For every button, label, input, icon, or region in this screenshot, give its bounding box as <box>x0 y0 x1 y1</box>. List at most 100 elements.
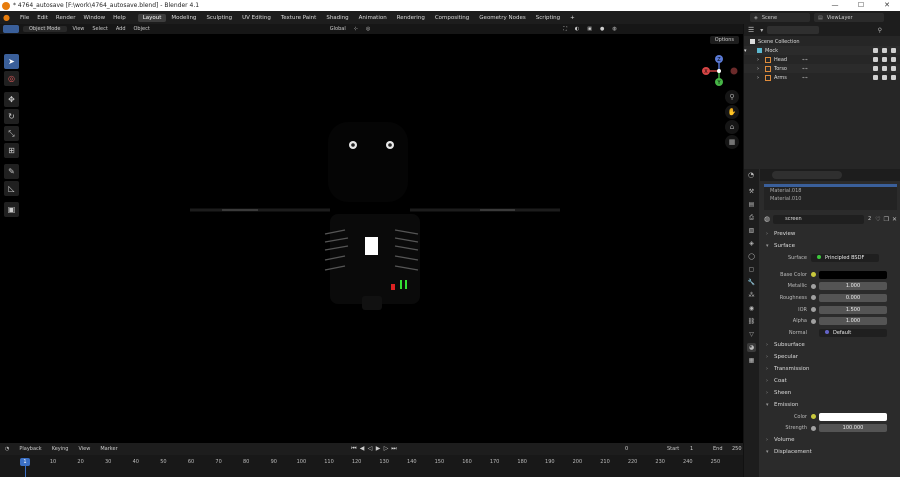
snap-icon[interactable]: ⊹ <box>350 26 362 32</box>
fake-user-icon[interactable]: ♡ <box>875 216 880 223</box>
object-tab-icon[interactable]: ▢ <box>747 265 756 274</box>
maximize-button[interactable]: ☐ <box>848 0 874 11</box>
particles-tab-icon[interactable]: ⁂ <box>747 291 756 300</box>
overlay-icon[interactable]: ◐ <box>571 26 583 32</box>
render-tab-icon[interactable]: ▤ <box>747 200 756 209</box>
socket-color-icon[interactable] <box>811 272 816 278</box>
section-preview[interactable]: › Preview <box>760 228 900 240</box>
menu-object[interactable]: Object <box>130 26 154 32</box>
properties-editor-icon[interactable]: ◔ <box>748 171 754 179</box>
section-coat[interactable]: › Coat <box>760 375 900 387</box>
material-name-field[interactable]: screen <box>773 214 864 224</box>
material-users-count[interactable]: 2 <box>868 216 871 222</box>
properties-search-input[interactable] <box>772 171 843 179</box>
section-transmission[interactable]: › Transmission <box>760 363 900 375</box>
menu-keying[interactable]: Keying <box>47 446 74 452</box>
menu-render[interactable]: Render <box>52 15 80 21</box>
transform-orientation-dropdown[interactable]: Global <box>326 26 350 32</box>
viewport-gizmo-icon[interactable]: ⛶ <box>559 26 571 32</box>
perspective-grid-icon[interactable]: ▦ <box>725 135 739 149</box>
pan-hand-icon[interactable]: ✋ <box>725 105 739 119</box>
section-surface[interactable]: ▾ Surface <box>760 240 900 252</box>
menu-marker[interactable]: Marker <box>95 446 122 452</box>
material-browse-icon[interactable]: ◍ <box>764 215 770 223</box>
checkbox-icon[interactable] <box>873 75 878 80</box>
eye-icon[interactable] <box>882 57 887 62</box>
playhead[interactable]: 1 <box>20 458 30 466</box>
socket-float-icon[interactable] <box>811 318 816 324</box>
checkbox-icon[interactable] <box>873 48 878 53</box>
normal-field[interactable]: Default <box>819 328 887 337</box>
mode-dropdown[interactable]: Object Mode <box>23 26 67 32</box>
section-specular[interactable]: › Specular <box>760 351 900 363</box>
tab-shading[interactable]: Shading <box>321 14 353 22</box>
ior-field[interactable]: 1.500 <box>819 305 887 314</box>
shading-material-icon[interactable]: ◍ <box>608 26 620 32</box>
surface-shader-field[interactable]: Principled BSDF <box>811 253 879 262</box>
timeline-ruler[interactable]: 1 10 20 30 40 50 60 70 80 90 100 110 120 130 140 150 16… <box>0 455 743 477</box>
menu-timeline-view[interactable]: View <box>73 446 95 452</box>
tab-texture-paint[interactable]: Texture Paint <box>276 14 322 22</box>
emission-strength-field[interactable]: 100.000 <box>819 424 887 433</box>
tab-compositing[interactable]: Compositing <box>430 14 474 22</box>
outliner-item-arms[interactable]: › Arms ⌁⌁ <box>744 73 900 82</box>
add-workspace-button[interactable]: + <box>565 14 580 22</box>
menu-edit[interactable]: Edit <box>33 15 52 21</box>
filter-icon[interactable]: ⚲ <box>878 27 882 34</box>
material-slot-010[interactable]: Material.010 <box>764 195 897 203</box>
eye-icon[interactable] <box>882 66 887 71</box>
material-slot-list[interactable]: Material.018 Material.010 <box>764 184 897 210</box>
menu-playback[interactable]: Playback <box>14 446 46 452</box>
roughness-field[interactable]: 0.000 <box>819 293 887 302</box>
editor-type-button[interactable] <box>3 25 19 33</box>
section-sheen[interactable]: › Sheen <box>760 387 900 399</box>
end-field[interactable]: 250 <box>732 446 742 452</box>
shading-solid-icon[interactable]: ● <box>596 26 608 32</box>
outliner-item-torso[interactable]: › Torso ⌁⌁ <box>744 64 900 73</box>
output-tab-icon[interactable]: ⎙ <box>747 213 756 222</box>
menu-window[interactable]: Window <box>79 15 109 21</box>
socket-color-icon[interactable] <box>811 414 816 420</box>
scene-collection-row[interactable]: Scene Collection <box>744 37 900 46</box>
tab-geometry-nodes[interactable]: Geometry Nodes <box>474 14 530 22</box>
physics-tab-icon[interactable]: ◉ <box>747 304 756 313</box>
minimize-button[interactable]: — <box>822 0 848 11</box>
outliner-item-head[interactable]: › Head ⌁⌁ <box>744 55 900 64</box>
scene-tab-icon[interactable]: ◈ <box>747 239 756 248</box>
world-tab-icon[interactable]: ◯ <box>747 252 756 261</box>
view-layer-field[interactable]: ▤ ViewLayer <box>814 13 884 22</box>
camera-icon[interactable] <box>891 75 896 80</box>
start-field[interactable]: 1 <box>690 446 713 452</box>
menu-help[interactable]: Help <box>109 15 130 21</box>
base-color-swatch[interactable] <box>819 270 887 279</box>
tab-uv-editing[interactable]: UV Editing <box>237 14 276 22</box>
camera-view-icon[interactable]: ⌂ <box>725 120 739 134</box>
collection-row-mock[interactable]: ▾ Mock <box>744 46 900 55</box>
tab-sculpting[interactable]: Sculpting <box>201 14 237 22</box>
socket-float-icon[interactable] <box>811 307 816 313</box>
checkbox-icon[interactable] <box>873 66 878 71</box>
play-reverse-icon[interactable]: ◁ <box>366 445 374 453</box>
close-button[interactable]: ✕ <box>874 0 900 11</box>
duplicate-material-icon[interactable]: ❐ <box>884 216 889 223</box>
material-tab-icon[interactable]: ◕ <box>747 343 756 352</box>
camera-icon[interactable] <box>891 66 896 71</box>
view-layer-tab-icon[interactable]: ▧ <box>747 226 756 235</box>
camera-icon[interactable] <box>891 48 896 53</box>
current-frame-field[interactable]: 0 <box>625 446 660 452</box>
outliner-display-icon[interactable]: ▾ <box>760 27 763 34</box>
tab-scripting[interactable]: Scripting <box>531 14 565 22</box>
constraints-tab-icon[interactable]: ⛓ <box>747 317 756 326</box>
tab-animation[interactable]: Animation <box>354 14 392 22</box>
section-emission[interactable]: ▾ Emission <box>760 399 900 411</box>
timeline-editor-icon[interactable]: ◔ <box>0 446 14 452</box>
expand-arrow-icon[interactable]: › <box>744 66 762 72</box>
expand-arrow-icon[interactable]: › <box>744 75 762 81</box>
jump-end-icon[interactable]: ⏭ <box>390 445 398 453</box>
navigation-gizmo[interactable]: Z X Y <box>697 54 741 88</box>
modifier-tab-icon[interactable]: 🔧 <box>747 278 756 287</box>
texture-tab-icon[interactable]: ▦ <box>747 356 756 365</box>
checkbox-icon[interactable] <box>873 57 878 62</box>
emission-color-swatch[interactable] <box>819 412 887 421</box>
proportional-edit-icon[interactable]: ◎ <box>362 26 374 32</box>
